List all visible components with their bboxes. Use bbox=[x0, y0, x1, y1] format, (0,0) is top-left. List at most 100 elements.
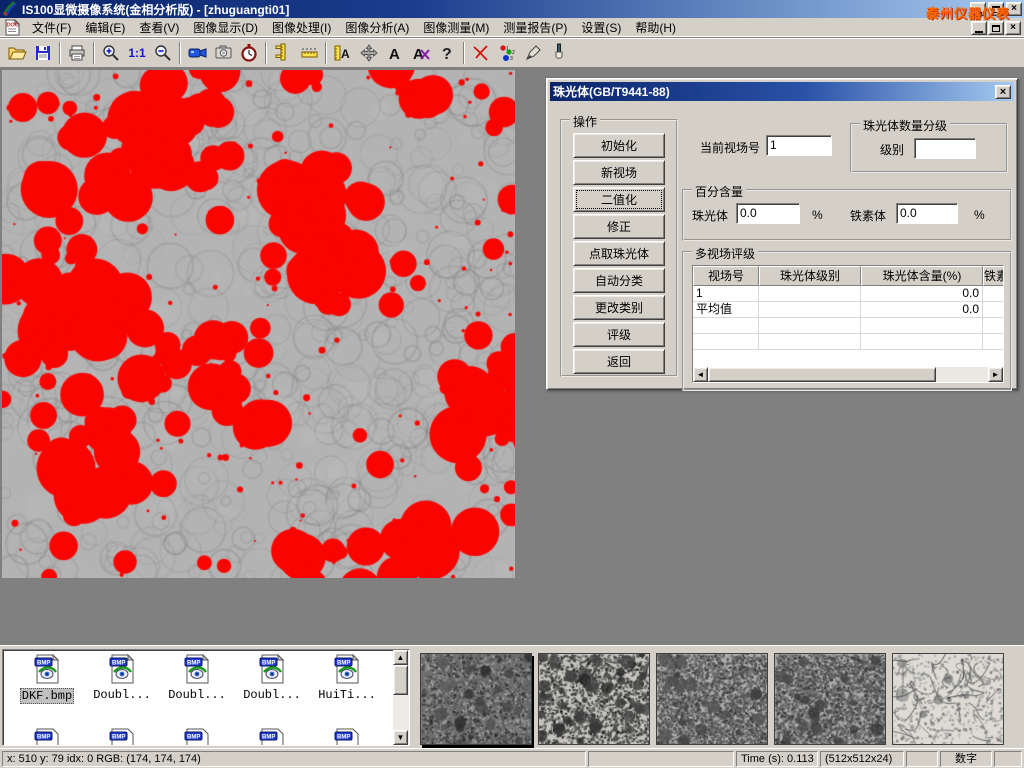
new-field-button[interactable]: 新视场 bbox=[573, 160, 665, 185]
level-input[interactable] bbox=[914, 138, 976, 159]
correct-button[interactable]: 修正 bbox=[573, 214, 665, 239]
menu-image-display[interactable]: 图像显示(D) bbox=[186, 17, 265, 38]
help-button[interactable]: ? bbox=[434, 40, 460, 66]
current-field-input[interactable]: 1 bbox=[766, 135, 832, 156]
rate-button[interactable]: 评级 bbox=[573, 322, 665, 347]
curve-tool-button[interactable] bbox=[468, 40, 494, 66]
binarize-button[interactable]: 二值化 bbox=[573, 187, 665, 212]
multifield-table[interactable]: 视场号 珠光体级别 珠光体含量(%) 铁素体含量(%) 1 0.0 平均值 bbox=[692, 265, 1004, 383]
marker-points-tool-button[interactable]: 1 2 3 bbox=[494, 40, 520, 66]
close-button[interactable]: × bbox=[1006, 2, 1022, 16]
pen-tool-button[interactable] bbox=[520, 40, 546, 66]
multifield-legend: 多视场评级 bbox=[692, 245, 758, 262]
file-name[interactable]: Doubl... bbox=[167, 688, 227, 702]
file-item[interactable]: BMP bbox=[86, 728, 158, 746]
scroll-up-button[interactable]: ▲ bbox=[393, 650, 408, 665]
document-icon[interactable]: DOC bbox=[4, 19, 21, 36]
menu-view[interactable]: 查看(V) bbox=[132, 17, 186, 38]
svg-text:A: A bbox=[389, 46, 400, 62]
camera-capture-button[interactable] bbox=[210, 40, 236, 66]
col-pearlite-content[interactable]: 珠光体含量(%) bbox=[861, 266, 983, 286]
file-item[interactable]: BMP Doubl... bbox=[86, 654, 158, 702]
thumbnail-5[interactable] bbox=[892, 653, 1004, 745]
pick-pearlite-button[interactable]: 点取珠光体 bbox=[573, 241, 665, 266]
minimize-button[interactable] bbox=[970, 2, 986, 16]
scroll-right-button[interactable]: ► bbox=[988, 367, 1003, 382]
micrograph-image[interactable] bbox=[2, 70, 515, 578]
dotted-ruler-icon bbox=[300, 45, 319, 61]
child-minimize-button[interactable] bbox=[971, 21, 987, 35]
scroll-left-button[interactable]: ◄ bbox=[693, 367, 708, 382]
file-name[interactable]: Doubl... bbox=[92, 688, 152, 702]
table-row[interactable]: 1 0.0 bbox=[693, 286, 1003, 302]
file-item[interactable]: BMP bbox=[311, 728, 383, 746]
file-item[interactable]: BMP bbox=[161, 728, 233, 746]
child-restore-button[interactable] bbox=[988, 21, 1004, 35]
ferrite-percent-input[interactable]: 0.0 bbox=[896, 203, 958, 224]
pearlite-percent-input[interactable]: 0.0 bbox=[736, 203, 800, 224]
initialize-button[interactable]: 初始化 bbox=[573, 133, 665, 158]
file-name[interactable]: Doubl... bbox=[242, 688, 302, 702]
cell-level bbox=[759, 286, 861, 302]
dialog-title-bar[interactable]: 珠光体(GB/T9441-88) × bbox=[550, 82, 1014, 101]
file-name[interactable]: DKF.bmp bbox=[20, 688, 74, 704]
video-capture-button[interactable] bbox=[184, 40, 210, 66]
dialog-close-button[interactable]: × bbox=[995, 85, 1011, 99]
table-row[interactable]: 平均值 0.0 bbox=[693, 302, 1003, 318]
menu-measure-report[interactable]: 测量报告(P) bbox=[496, 17, 574, 38]
pearlite-dialog: 珠光体(GB/T9441-88) × 操作 初始化 新视场 二值化 修正 点取珠… bbox=[546, 78, 1018, 390]
table-horizontal-scrollbar[interactable]: ◄ ► bbox=[693, 367, 1003, 382]
file-item[interactable]: BMP Doubl... bbox=[236, 654, 308, 702]
menu-file[interactable]: 文件(F) bbox=[25, 17, 78, 38]
menu-image-processing[interactable]: 图像处理(I) bbox=[265, 17, 338, 38]
title-bar[interactable]: IS100显微摄像系统(金相分析版) - [zhuguangti01] × bbox=[0, 0, 1024, 18]
maximize-button[interactable] bbox=[988, 2, 1004, 16]
text-tool-button[interactable]: A bbox=[382, 40, 408, 66]
file-item[interactable]: BMP Doubl... bbox=[161, 654, 233, 702]
brush-tool-button[interactable] bbox=[546, 40, 572, 66]
file-item[interactable]: BMP bbox=[236, 728, 308, 746]
menu-image-measure[interactable]: 图像测量(M) bbox=[416, 17, 496, 38]
bmp-file-icon: BMP bbox=[34, 654, 60, 684]
menu-edit[interactable]: 编辑(E) bbox=[78, 17, 132, 38]
scrollbar-track[interactable] bbox=[936, 367, 988, 382]
scrollbar-thumb[interactable] bbox=[708, 367, 936, 382]
zoom-in-button[interactable] bbox=[98, 40, 124, 66]
toolbar-separator bbox=[265, 42, 267, 64]
print-button[interactable] bbox=[64, 40, 90, 66]
scrollbar-thumb[interactable] bbox=[393, 665, 408, 695]
menu-settings[interactable]: 设置(S) bbox=[574, 17, 628, 38]
letter-a-delete-icon: A bbox=[412, 44, 431, 62]
thumbnail-3[interactable] bbox=[656, 653, 768, 745]
file-list-scrollbar[interactable]: ▲ ▼ bbox=[393, 650, 409, 745]
child-close-button[interactable]: × bbox=[1005, 21, 1021, 35]
timer-button[interactable] bbox=[236, 40, 262, 66]
menu-image-analysis[interactable]: 图像分析(A) bbox=[338, 17, 416, 38]
file-list[interactable]: BMP DKF.bmp BMP Doubl... BMP bbox=[2, 649, 410, 746]
file-name[interactable]: HuiTi... bbox=[317, 688, 377, 702]
change-category-button[interactable]: 更改类别 bbox=[573, 295, 665, 320]
file-item[interactable]: BMP DKF.bmp bbox=[11, 654, 83, 704]
scroll-down-button[interactable]: ▼ bbox=[393, 730, 408, 745]
move-tool-button[interactable] bbox=[356, 40, 382, 66]
auto-classify-button[interactable]: 自动分类 bbox=[573, 268, 665, 293]
file-item[interactable]: BMP bbox=[11, 728, 83, 746]
col-pearlite-level[interactable]: 珠光体级别 bbox=[759, 266, 861, 286]
return-button[interactable]: 返回 bbox=[573, 349, 665, 374]
zoom-out-button[interactable] bbox=[150, 40, 176, 66]
calibration-tool-button[interactable]: A bbox=[330, 40, 356, 66]
thumbnail-1[interactable] bbox=[420, 653, 532, 745]
open-file-button[interactable] bbox=[4, 40, 30, 66]
file-item[interactable]: BMP HuiTi... bbox=[311, 654, 383, 702]
col-field-number[interactable]: 视场号 bbox=[693, 266, 759, 286]
caliper-tool-button[interactable] bbox=[270, 40, 296, 66]
toolbar-separator bbox=[59, 42, 61, 64]
delete-text-tool-button[interactable]: A bbox=[408, 40, 434, 66]
ruler-tool-button[interactable] bbox=[296, 40, 322, 66]
thumbnail-4[interactable] bbox=[774, 653, 886, 745]
col-ferrite-content[interactable]: 铁素体含量(%) bbox=[983, 266, 1004, 286]
actual-size-button[interactable]: 1:1 bbox=[124, 40, 150, 66]
menu-help[interactable]: 帮助(H) bbox=[628, 17, 683, 38]
save-button[interactable] bbox=[30, 40, 56, 66]
thumbnail-2[interactable] bbox=[538, 653, 650, 745]
